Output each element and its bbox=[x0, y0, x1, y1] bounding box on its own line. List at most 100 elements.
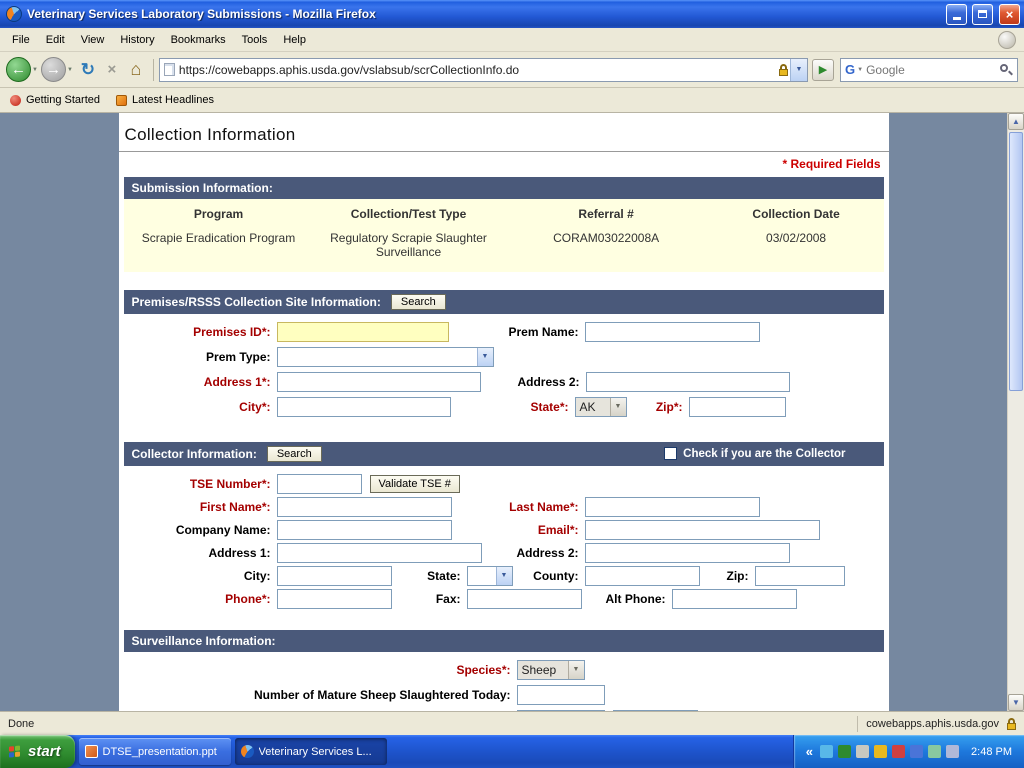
activity-throbber-icon bbox=[998, 31, 1016, 49]
tray-chevron-icon[interactable]: « bbox=[806, 744, 813, 759]
is-collector-label: Check if you are the Collector bbox=[683, 448, 845, 460]
bookmark-label: Getting Started bbox=[26, 94, 100, 106]
ssl-lock-icon bbox=[779, 64, 788, 76]
collector-section-header: Collector Information: Search Check if y… bbox=[124, 442, 884, 466]
collector-city-input[interactable] bbox=[277, 566, 392, 586]
collector-state-select[interactable]: ▼ bbox=[467, 566, 513, 586]
collector-fax-label: Fax: bbox=[392, 592, 467, 606]
back-button[interactable]: ← bbox=[6, 57, 31, 82]
close-button[interactable]: × bbox=[999, 4, 1020, 25]
restore-icon bbox=[978, 10, 987, 18]
url-input[interactable] bbox=[175, 63, 779, 77]
premises-id-input[interactable] bbox=[277, 322, 449, 342]
home-button[interactable]: ⌂ bbox=[124, 58, 148, 82]
menu-help[interactable]: Help bbox=[275, 31, 314, 49]
vertical-scrollbar[interactable]: ▲ ▼ bbox=[1007, 113, 1024, 711]
web-search-input[interactable] bbox=[866, 63, 999, 77]
collector-first-name-input[interactable] bbox=[277, 497, 452, 517]
restore-button[interactable] bbox=[972, 4, 993, 25]
premises-state-select[interactable]: AK▼ bbox=[575, 397, 627, 417]
taskbar-task-powerpoint[interactable]: DTSE_presentation.ppt bbox=[79, 738, 231, 765]
collector-phone-input[interactable] bbox=[277, 589, 392, 609]
back-dropdown-icon[interactable]: ▼ bbox=[32, 67, 38, 73]
collector-last-name-input[interactable] bbox=[585, 497, 760, 517]
menu-bookmarks[interactable]: Bookmarks bbox=[163, 31, 234, 49]
start-label: start bbox=[28, 743, 61, 760]
submission-section-header: Submission Information: bbox=[124, 177, 884, 199]
scrollbar-thumb[interactable] bbox=[1009, 132, 1023, 391]
bookmark-label: Latest Headlines bbox=[132, 94, 214, 106]
scroll-up-button[interactable]: ▲ bbox=[1008, 113, 1024, 130]
scrollbar-track[interactable] bbox=[1008, 130, 1024, 694]
form-row: TSE Number*: Validate TSE # bbox=[124, 474, 884, 494]
collector-address1-input[interactable] bbox=[277, 543, 482, 563]
forward-button[interactable]: → bbox=[41, 57, 66, 82]
prem-type-select[interactable]: ▼ bbox=[277, 347, 494, 367]
bookmark-latest-headlines[interactable]: Latest Headlines bbox=[116, 94, 214, 106]
page-icon bbox=[164, 63, 175, 76]
scroll-down-button[interactable]: ▼ bbox=[1008, 694, 1024, 711]
minimize-button[interactable] bbox=[946, 4, 967, 25]
system-tray: « 2:48 PM bbox=[793, 735, 1024, 768]
forward-dropdown-icon[interactable]: ▼ bbox=[67, 67, 73, 73]
premises-city-input[interactable] bbox=[277, 397, 451, 417]
premises-zip-input[interactable] bbox=[689, 397, 786, 417]
menu-view[interactable]: View bbox=[73, 31, 113, 49]
prem-name-input[interactable] bbox=[585, 322, 760, 342]
window-titlebar: Veterinary Services Laboratory Submissio… bbox=[0, 0, 1024, 28]
is-collector-checkbox[interactable] bbox=[664, 447, 677, 460]
tray-icon[interactable] bbox=[910, 745, 923, 758]
collector-alt-phone-input[interactable] bbox=[672, 589, 797, 609]
stop-button[interactable]: × bbox=[100, 58, 124, 82]
menu-tools[interactable]: Tools bbox=[234, 31, 276, 49]
validate-tse-button[interactable]: Validate TSE # bbox=[370, 475, 460, 493]
cell-program: Scrapie Eradication Program bbox=[124, 231, 314, 260]
google-engine-icon[interactable]: G bbox=[845, 62, 855, 77]
menu-edit[interactable]: Edit bbox=[38, 31, 73, 49]
search-magnifier-icon[interactable] bbox=[999, 63, 1013, 77]
collector-address1-label: Address 1: bbox=[124, 546, 277, 560]
premises-address2-input[interactable] bbox=[586, 372, 790, 392]
navigation-toolbar: ← ▼ → ▼ ↻ × ⌂ ▼ ▶ G ▼ bbox=[0, 52, 1024, 88]
reload-button[interactable]: ↻ bbox=[76, 58, 100, 82]
tray-icon[interactable] bbox=[946, 745, 959, 758]
taskbar-task-firefox[interactable]: Veterinary Services L... bbox=[235, 738, 387, 765]
tse-number-input[interactable] bbox=[277, 474, 362, 494]
tray-icon[interactable] bbox=[892, 745, 905, 758]
bookmark-getting-started[interactable]: Getting Started bbox=[10, 94, 100, 106]
tray-icon[interactable] bbox=[928, 745, 941, 758]
collector-search-button[interactable]: Search bbox=[267, 446, 322, 462]
collector-fax-input[interactable] bbox=[467, 589, 582, 609]
premises-city-label: City*: bbox=[124, 400, 277, 414]
collector-county-input[interactable] bbox=[585, 566, 700, 586]
surveillance-section-header: Surveillance Information: bbox=[124, 630, 884, 652]
species-select[interactable]: Sheep▼ bbox=[517, 660, 585, 680]
url-dropdown-button[interactable]: ▼ bbox=[790, 59, 807, 81]
premises-address1-input[interactable] bbox=[277, 372, 481, 392]
minimize-icon bbox=[953, 17, 961, 20]
tray-icon[interactable] bbox=[838, 745, 851, 758]
tray-icon[interactable] bbox=[820, 745, 833, 758]
premises-search-button[interactable]: Search bbox=[391, 294, 446, 310]
web-search-bar[interactable]: G ▼ bbox=[840, 58, 1018, 82]
start-button[interactable]: start bbox=[0, 735, 75, 768]
collector-company-input[interactable] bbox=[277, 520, 452, 540]
url-bar[interactable]: ▼ bbox=[159, 58, 808, 82]
tray-icon[interactable] bbox=[856, 745, 869, 758]
mature-today-input[interactable] bbox=[517, 685, 605, 705]
desktop-screen: Veterinary Services Laboratory Submissio… bbox=[0, 0, 1024, 768]
form-row: City*: State*: AK▼ Zip*: bbox=[124, 397, 884, 417]
collector-phone-label: Phone*: bbox=[124, 592, 277, 606]
form-row: First Name*: Last Name*: bbox=[124, 497, 884, 517]
menu-history[interactable]: History bbox=[112, 31, 162, 49]
tray-icon[interactable] bbox=[874, 745, 887, 758]
search-engine-dropdown-icon[interactable]: ▼ bbox=[857, 67, 863, 73]
lock-icon[interactable] bbox=[1007, 718, 1016, 730]
menu-file[interactable]: File bbox=[4, 31, 38, 49]
collector-zip-input[interactable] bbox=[755, 566, 845, 586]
collector-email-input[interactable] bbox=[585, 520, 820, 540]
page-title: Collection Information bbox=[119, 113, 889, 151]
form-row: Number of Mature Sheep Slaughtered Today… bbox=[124, 685, 884, 705]
collector-address2-input[interactable] bbox=[585, 543, 790, 563]
go-button[interactable]: ▶ bbox=[812, 59, 834, 81]
